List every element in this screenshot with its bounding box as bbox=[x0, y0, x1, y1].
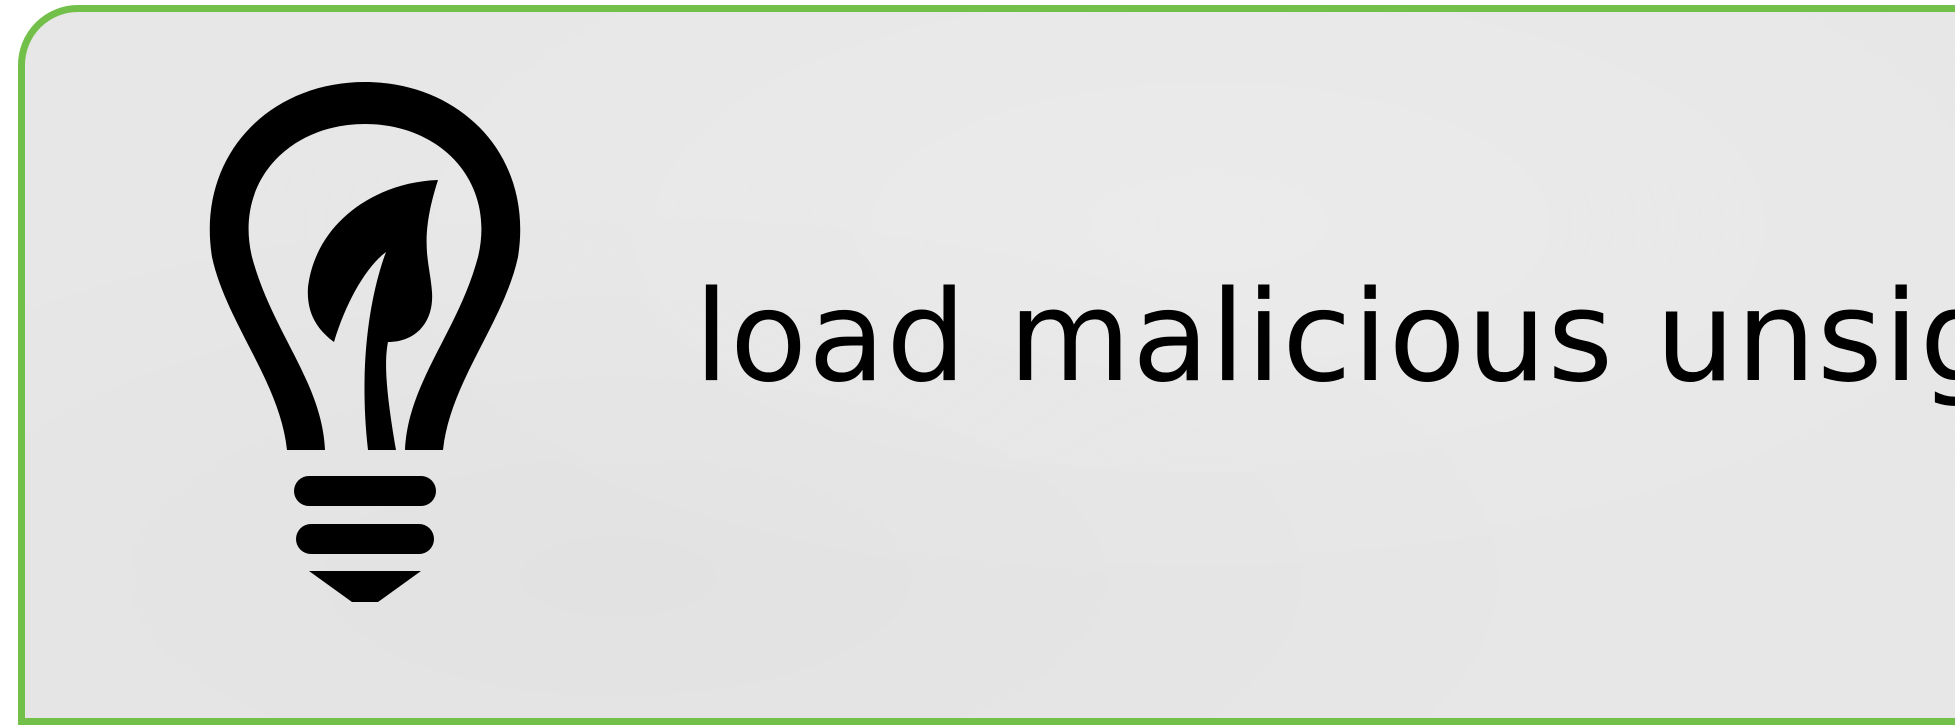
tip-text: load malicious unsig bbox=[694, 263, 1955, 410]
lightbulb-leaf-icon bbox=[209, 82, 521, 602]
